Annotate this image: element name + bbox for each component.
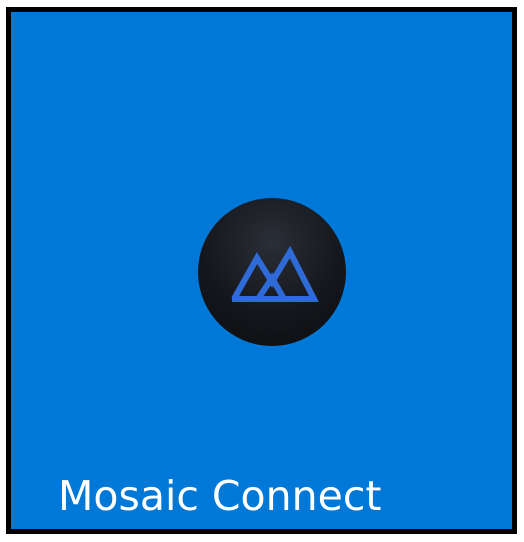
app-tile-mosaic-connect[interactable]: Mosaic Connect	[6, 7, 517, 534]
app-logo	[198, 198, 346, 346]
app-tile-label: Mosaic Connect	[58, 472, 382, 520]
screen: Mosaic Connect	[0, 0, 524, 542]
mountain-peaks-icon	[231, 245, 319, 302]
